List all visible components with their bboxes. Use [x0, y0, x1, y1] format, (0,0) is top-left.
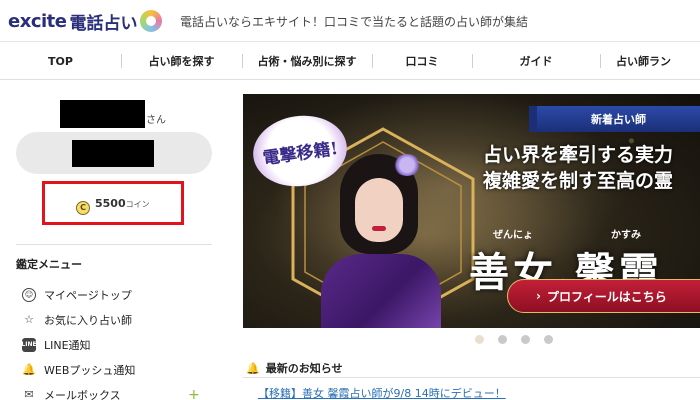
mail-icon: ✉ — [24, 388, 34, 400]
nav-item-ranking[interactable]: 占い師ラン — [600, 42, 700, 80]
carousel-dots — [475, 335, 553, 344]
coin-balance[interactable]: C 5500コイン — [42, 181, 184, 225]
name-ruby-1: ぜんにょ — [493, 230, 533, 241]
menu-item-label: LINE通知 — [44, 338, 91, 352]
menu-item-mailbox[interactable]: ✉ メールボックス — [22, 382, 212, 400]
coin-amount: 5500 — [95, 196, 126, 210]
expand-plus-icon[interactable]: + — [188, 387, 200, 400]
catchcopy-line-2: 複雑愛を制す至高の霊 — [483, 170, 674, 192]
news-item-link[interactable]: 【移籍】善女 馨霞占い師が9/8 14時にデビュー！ — [258, 385, 506, 400]
logo-mark-icon — [140, 10, 163, 32]
site-logo[interactable]: excite 電話占い — [8, 7, 163, 35]
menu-item-mypage[interactable]: ☺ マイページトップ — [22, 282, 212, 307]
user-id-redacted — [72, 140, 154, 167]
bell-icon: 🔔 — [246, 361, 260, 375]
chevron-right-icon: › — [536, 289, 541, 303]
nav-item-find-fortune-teller[interactable]: 占い師を探す — [121, 42, 242, 80]
coin-icon: C — [76, 201, 90, 215]
logo-wordmark: excite — [8, 10, 67, 32]
site-header: excite 電話占い 電話占いならエキサイト！口コミで当たると話題の占い師が集… — [0, 0, 700, 42]
portrait-face — [355, 178, 403, 242]
logo-service-name: 電話占い — [69, 13, 138, 34]
hair-flower — [393, 154, 421, 176]
menu-item-line-notify[interactable]: LINE LINE通知 — [21, 332, 212, 357]
bell-icon: 🔔 — [22, 363, 36, 376]
user-honorific: さん — [146, 115, 166, 126]
sidebar-divider — [16, 244, 212, 245]
carousel-dot-1[interactable] — [475, 335, 484, 344]
nav-item-by-category[interactable]: 占術・悩み別に探す — [242, 42, 372, 80]
nav-item-top[interactable]: TOP — [0, 42, 121, 80]
new-teller-ribbon: 新着占い師 — [529, 106, 700, 132]
reading-menu: ☺ マイページトップ ☆ お気に入り占い師 LINE LINE通知 🔔 WEBプ… — [21, 282, 212, 400]
line-icon: LINE — [21, 337, 37, 352]
menu-item-label: メールボックス — [44, 388, 121, 400]
carousel-dot-4[interactable] — [544, 335, 553, 344]
portrait-kimono — [321, 254, 441, 328]
news-heading: 🔔 最新のお知らせ — [246, 360, 342, 376]
profile-button-label: プロフィールはこちら — [546, 289, 667, 304]
news-heading-label: 最新のお知らせ — [265, 362, 343, 375]
nav-item-guide[interactable]: ガイド — [472, 42, 600, 80]
carousel-dot-3[interactable] — [521, 335, 530, 344]
user-name-redacted — [60, 100, 145, 128]
star-icon: ☆ — [24, 313, 34, 326]
menu-item-label: お気に入り占い師 — [44, 313, 132, 327]
banner-catchcopy: 占い界を牽引する実力 複雑愛を制す至高の霊 — [483, 142, 673, 194]
coin-unit: コイン — [125, 199, 150, 209]
global-nav: TOP 占い師を探す 占術・悩み別に探す 口コミ ガイド 占い師ラン — [0, 42, 700, 80]
portrait-lips — [372, 226, 386, 231]
nav-item-reviews[interactable]: 口コミ — [372, 42, 472, 80]
menu-item-web-push[interactable]: 🔔 WEBプッシュ通知 — [22, 357, 212, 382]
catchcopy-line-1: 占い界を牽引する実力 — [483, 144, 674, 166]
menu-title: 鑑定メニュー — [16, 258, 82, 271]
menu-item-label: マイページトップ — [44, 288, 132, 302]
menu-item-label: WEBプッシュ通知 — [44, 363, 136, 377]
carousel-dot-2[interactable] — [498, 335, 507, 344]
hero-banner[interactable]: 電撃移籍! 新着占い師 占い界を牽引する実力 複雑愛を制す至高の霊 ぜんにょ か… — [243, 94, 700, 328]
user-circle-icon: ☺ — [22, 287, 36, 302]
name-ruby-2: かすみ — [611, 230, 641, 241]
news-divider — [243, 377, 700, 378]
coin-balance-text: 5500コイン — [95, 197, 150, 210]
profile-button[interactable]: › プロフィールはこちら — [507, 279, 700, 313]
site-tagline: 電話占いならエキサイト！口コミで当たると話題の占い師が集結 — [180, 15, 529, 29]
menu-item-favorites[interactable]: ☆ お気に入り占い師 — [22, 307, 212, 332]
